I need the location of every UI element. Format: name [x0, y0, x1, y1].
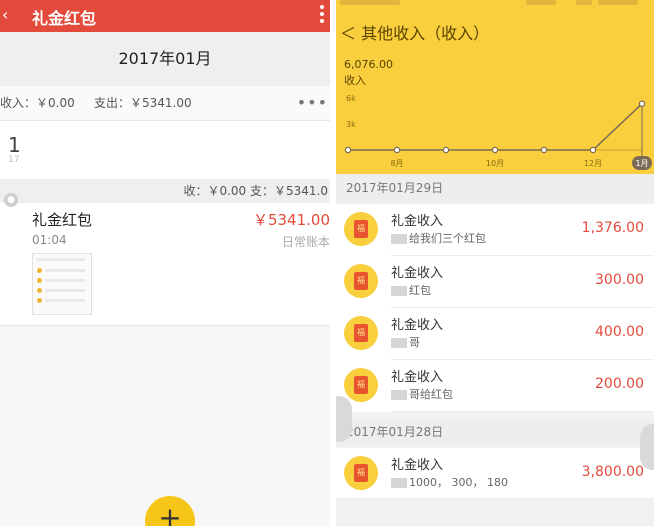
- item-note: 1000， 300， 180: [391, 474, 508, 490]
- total-label: 收入: [344, 74, 366, 87]
- item-title: 礼金收入: [391, 214, 444, 229]
- item-note: 给我们三个红包: [391, 230, 486, 246]
- transaction-item[interactable]: 福 礼金收入给我们三个红包 1,376.00: [336, 204, 654, 256]
- income-total: 收入：￥0.00: [0, 96, 75, 110]
- item-note: 哥: [391, 334, 420, 350]
- status-bar: [336, 0, 654, 8]
- app-header: ‹ 礼金红包: [0, 0, 330, 32]
- item-amount: 400.00: [595, 324, 644, 340]
- redacted-text: [391, 234, 407, 244]
- series-line: [348, 103, 643, 151]
- income-line-chart: 6k3k08月10月12月1月: [344, 94, 652, 170]
- x-tick-label: 10月: [486, 159, 504, 168]
- red-envelope-icon: 福: [344, 264, 378, 298]
- fu-char: 福: [354, 272, 368, 290]
- redacted-text: [391, 390, 407, 400]
- transaction-item[interactable]: 福 礼金收入哥 400.00: [336, 308, 654, 360]
- item-amount: 1,376.00: [581, 220, 644, 236]
- more-options-icon[interactable]: •••: [297, 86, 328, 120]
- fu-char: 福: [354, 324, 368, 342]
- day-year: 17: [8, 155, 20, 165]
- left-screen: ‹ 礼金红包 2017年01月 收入：￥0.00 支出：￥5341.00 •••…: [0, 0, 330, 526]
- data-point[interactable]: [344, 146, 352, 154]
- transaction-item[interactable]: 福 礼金收入 1000， 300， 180 3,800.00: [336, 448, 654, 500]
- more-menu-icon[interactable]: [320, 5, 324, 25]
- right-margin: [654, 0, 665, 526]
- data-point[interactable]: [589, 146, 597, 154]
- redacted-text: [391, 478, 407, 488]
- item-note-text: 给我们三个红包: [409, 232, 486, 245]
- data-point[interactable]: [491, 146, 499, 154]
- y-tick-label: 6k: [346, 94, 356, 103]
- day-number: 1: [8, 133, 21, 157]
- month-selector[interactable]: 2017年01月: [0, 32, 330, 86]
- item-note-text: 红包: [409, 284, 431, 297]
- transaction-item[interactable]: 福 礼金收入红包 300.00: [336, 256, 654, 308]
- data-point[interactable]: [638, 100, 646, 107]
- item-title: 礼金收入: [391, 318, 444, 333]
- day-header: 1 17: [0, 121, 330, 179]
- transaction-item[interactable]: 福 礼金收入哥给红包 200.00: [336, 360, 654, 412]
- section-date: 2017年01月29日: [346, 181, 444, 195]
- x-tick-label: 12月: [584, 159, 602, 168]
- fu-char: 福: [354, 376, 368, 394]
- x-tick-label: 1月: [635, 159, 648, 168]
- item-amount: 300.00: [595, 272, 644, 288]
- date-section-header: 2017年01月28日: [336, 418, 654, 446]
- attachment-thumbnail[interactable]: [32, 253, 92, 315]
- item-note-text: 1000， 300， 180: [409, 476, 508, 489]
- bottom-area: [336, 498, 654, 526]
- red-envelope-icon: 福: [344, 212, 378, 246]
- day-summary-text: 收：￥0.00 支：￥5341.0: [183, 184, 328, 198]
- data-point[interactable]: [393, 146, 401, 154]
- date-section-header: 2017年01月29日: [336, 174, 654, 202]
- redacted-text: [391, 286, 407, 296]
- item-note-text: 哥给红包: [409, 388, 453, 401]
- red-envelope-icon: 福: [344, 316, 378, 350]
- item-note: 哥给红包: [391, 386, 453, 402]
- x-tick-label: 8月: [390, 159, 403, 168]
- entry-amount: ￥5341.00: [252, 211, 330, 229]
- y-tick-label: 3k: [346, 120, 356, 129]
- category-icon: ●: [4, 193, 18, 207]
- redacted-text: [391, 338, 407, 348]
- back-button[interactable]: ‹: [2, 5, 8, 24]
- entry-time: 01:04: [32, 233, 67, 247]
- item-note: 红包: [391, 282, 431, 298]
- month-summary: 收入：￥0.00 支出：￥5341.00 •••: [0, 86, 330, 121]
- transaction-entry[interactable]: 礼金红包 01:04 ￥5341.00 日常账本: [0, 203, 330, 326]
- right-screen: ＜ 其他收入（收入） 6,076.00 收入 6k3k08月10月12月1月 2…: [336, 0, 654, 526]
- entry-name: 礼金红包: [32, 211, 93, 229]
- side-handle-left[interactable]: [336, 396, 352, 442]
- total-value: 6,076.00: [344, 58, 393, 71]
- item-title: 礼金收入: [391, 458, 444, 473]
- fu-char: 福: [354, 464, 368, 482]
- item-note-text: 哥: [409, 336, 420, 349]
- chart-header: ＜ 其他收入（收入） 6,076.00 收入 6k3k08月10月12月1月: [336, 0, 654, 174]
- section-date: 2017年01月28日: [346, 425, 444, 439]
- side-handle-right[interactable]: [640, 424, 654, 470]
- item-amount: 3,800.00: [581, 464, 644, 480]
- item-title: 礼金收入: [391, 266, 444, 281]
- data-point[interactable]: [442, 146, 450, 154]
- expense-total: 支出：￥5341.00: [94, 96, 192, 110]
- category-title[interactable]: ＜ 其他收入（收入）: [340, 20, 489, 44]
- data-point[interactable]: [540, 146, 548, 154]
- item-title: 礼金收入: [391, 370, 444, 385]
- red-envelope-icon: 福: [344, 368, 378, 402]
- entry-book: 日常账本: [281, 235, 330, 249]
- fu-char: 福: [354, 220, 368, 238]
- row-divider: [391, 411, 654, 412]
- item-amount: 200.00: [595, 376, 644, 392]
- red-envelope-icon: 福: [344, 456, 378, 490]
- page-title: 礼金红包: [32, 9, 97, 28]
- day-summary: 收：￥0.00 支：￥5341.0: [0, 179, 330, 203]
